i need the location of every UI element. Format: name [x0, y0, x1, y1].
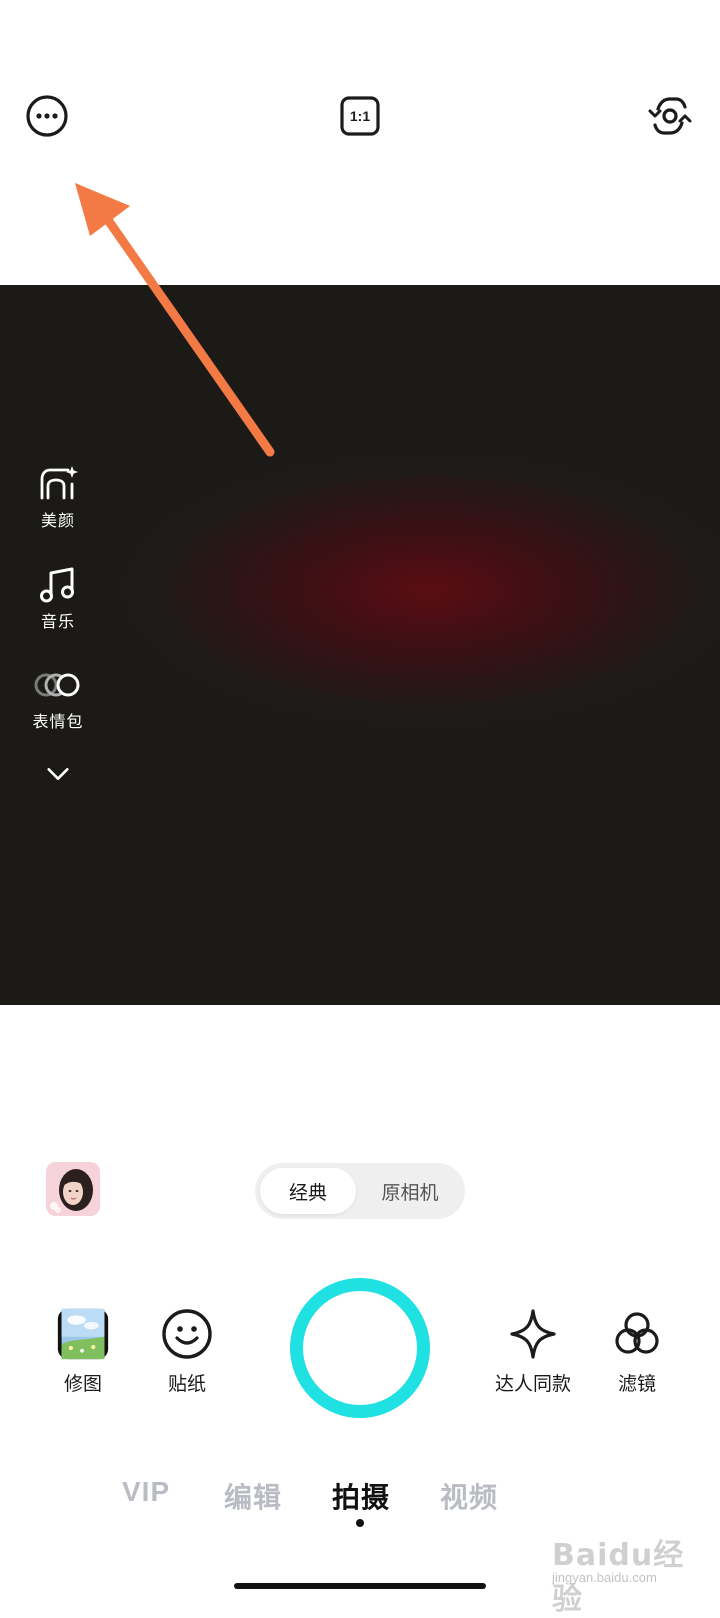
- more-horizontal-icon: [26, 95, 68, 137]
- flip-camera-button[interactable]: [646, 92, 694, 140]
- more-options-button[interactable]: [23, 92, 71, 140]
- side-tool-expand[interactable]: [22, 757, 94, 791]
- mode-switch: 经典 原相机: [255, 1163, 465, 1219]
- filter-circles-icon: [615, 1312, 659, 1354]
- camera-flip-icon: [648, 97, 692, 135]
- home-indicator[interactable]: [234, 1583, 486, 1589]
- same-style-button[interactable]: 达人同款: [485, 1305, 581, 1397]
- side-tool-music[interactable]: 音乐: [22, 563, 94, 633]
- stickers-button[interactable]: 贴纸: [139, 1305, 235, 1397]
- aspect-ratio-label: 1:1: [350, 108, 370, 124]
- side-tool-emoji-pack[interactable]: 表情包: [22, 663, 94, 733]
- mode-classic[interactable]: 经典: [260, 1168, 356, 1214]
- edit-photo-label: 修图: [63, 1374, 102, 1395]
- side-tool-label: 表情包: [32, 714, 84, 731]
- sparkle-icon: [510, 1309, 556, 1359]
- tab-edit[interactable]: 编辑: [224, 1476, 282, 1516]
- same-style-label: 达人同款: [494, 1374, 571, 1395]
- watermark-sub: jingyan.baidu.com: [552, 1570, 657, 1585]
- aspect-ratio-icon: 1:1: [340, 96, 380, 136]
- side-tool-beauty[interactable]: 美颜: [22, 462, 94, 532]
- edit-photo-thumbnail: [54, 1305, 112, 1363]
- filters-label: 滤镜: [617, 1374, 656, 1395]
- tab-shoot[interactable]: 拍摄: [332, 1476, 390, 1516]
- side-tool-label: 音乐: [40, 614, 75, 631]
- smiley-icon: [162, 1309, 212, 1359]
- sticker-circles-icon: [34, 673, 80, 697]
- chevron-down-icon: [47, 768, 69, 780]
- filters-button[interactable]: 滤镜: [589, 1305, 685, 1397]
- shutter-button[interactable]: [290, 1278, 430, 1418]
- landscape-photo-icon: [57, 1308, 109, 1360]
- active-tab-indicator: [356, 1519, 364, 1527]
- tab-vip[interactable]: VIP: [122, 1476, 170, 1508]
- mode-original-camera[interactable]: 原相机: [361, 1168, 459, 1214]
- stickers-label: 贴纸: [167, 1374, 206, 1395]
- tab-video[interactable]: 视频: [440, 1476, 498, 1516]
- edit-photo-button[interactable]: 修图: [35, 1305, 131, 1397]
- music-note-icon: [40, 567, 74, 603]
- watermark: Baidu经验 jingyan.baidu.com: [540, 1528, 710, 1617]
- aspect-ratio-button[interactable]: 1:1: [336, 92, 384, 140]
- portrait-photo: [46, 1162, 100, 1216]
- side-tool-label: 美颜: [40, 513, 75, 530]
- album-thumbnail[interactable]: [46, 1162, 100, 1216]
- annotation-arrow: [75, 183, 275, 457]
